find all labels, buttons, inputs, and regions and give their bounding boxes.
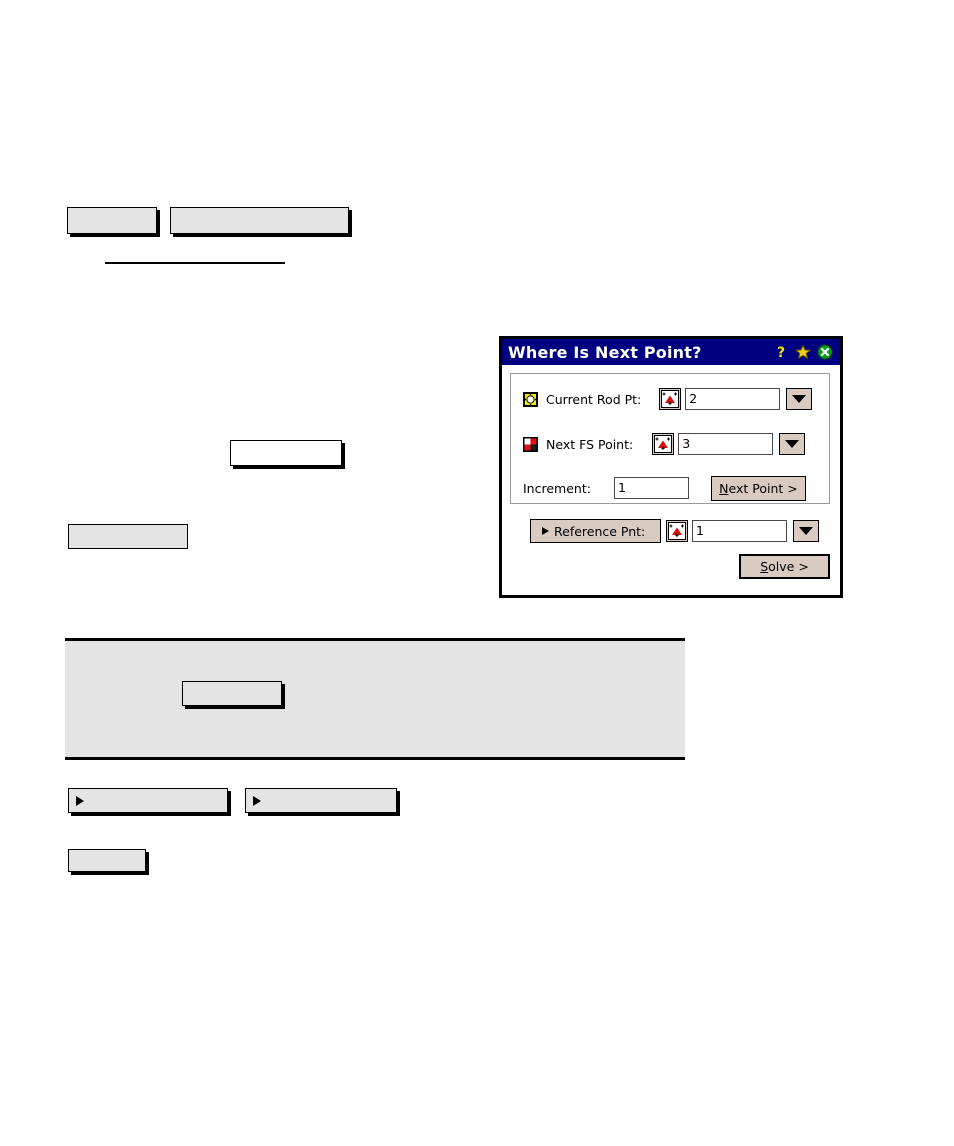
increment-input[interactable]: 1 [613,477,689,499]
svg-text:?: ? [777,345,785,360]
titlebar-icon-group: ? [773,344,840,360]
increment-row: Increment: 1 Next Point > [523,475,819,501]
next-point-accel: N [719,480,729,496]
triangle-right-icon [76,795,84,806]
chevron-down-icon [799,527,813,535]
next-point-label: ext Point > [728,480,798,496]
reference-point-button[interactable]: Reference Pnt: [530,519,661,543]
reference-point-row: Reference Pnt: 1 [530,519,830,543]
solve-button[interactable]: Solve > [739,554,830,579]
dialog-body: Current Rod Pt: 2 Next FS Point: 3 Incre… [502,365,840,595]
current-rod-point-picker-button[interactable] [659,388,682,410]
increment-label: Increment: [523,480,591,496]
reference-point-dropdown-button[interactable] [793,520,819,542]
close-icon[interactable] [817,344,833,360]
current-rod-point-label: Current Rod Pt: [546,391,642,407]
chevron-down-icon [785,440,800,448]
doc-block-mid-gray [68,524,188,549]
next-point-button[interactable]: Next Point > [710,475,806,501]
survey-point-yellow-icon [523,391,538,407]
current-rod-point-row: Current Rod Pt: 2 [523,387,819,411]
next-fs-point-label: Next FS Point: [546,436,634,452]
doc-block-bottom [68,849,146,872]
solve-label: olve > [768,559,809,574]
favorites-star-icon[interactable] [795,344,811,360]
doc-block-mid-white [230,440,342,466]
triangle-right-icon [253,795,261,806]
current-rod-point-dropdown-button[interactable] [786,388,813,410]
chevron-down-icon [792,395,807,403]
doc-block-top-right [170,207,349,234]
doc-underline-rule [105,262,285,264]
dialog-titlebar: Where Is Next Point? ? [502,339,840,365]
doc-block-top-left [67,207,157,234]
solve-accel: S [760,559,769,574]
dialog-title: Where Is Next Point? [508,342,702,362]
doc-bullet-block-right[interactable] [245,788,397,813]
doc-bullet-block-left[interactable] [68,788,228,813]
foresight-point-red-icon [523,436,538,452]
where-is-next-point-dialog: Where Is Next Point? ? Current Rod Pt: 2… [499,336,843,598]
next-fs-point-picker-button[interactable] [652,433,675,455]
reference-point-picker-button[interactable] [666,520,688,542]
point-selection-groupbox: Current Rod Pt: 2 Next FS Point: 3 Incre… [510,373,830,504]
help-icon[interactable]: ? [773,344,789,360]
reference-point-input[interactable]: 1 [692,520,787,542]
current-rod-point-input[interactable]: 2 [685,388,781,410]
next-fs-point-input[interactable]: 3 [678,433,774,455]
next-fs-point-row: Next FS Point: 3 [523,432,819,456]
doc-note-inner-block [182,681,282,706]
triangle-right-icon [542,527,549,535]
reference-point-button-label: Reference Pnt: [554,523,646,539]
next-fs-point-dropdown-button[interactable] [779,433,806,455]
doc-note-panel [65,638,685,760]
